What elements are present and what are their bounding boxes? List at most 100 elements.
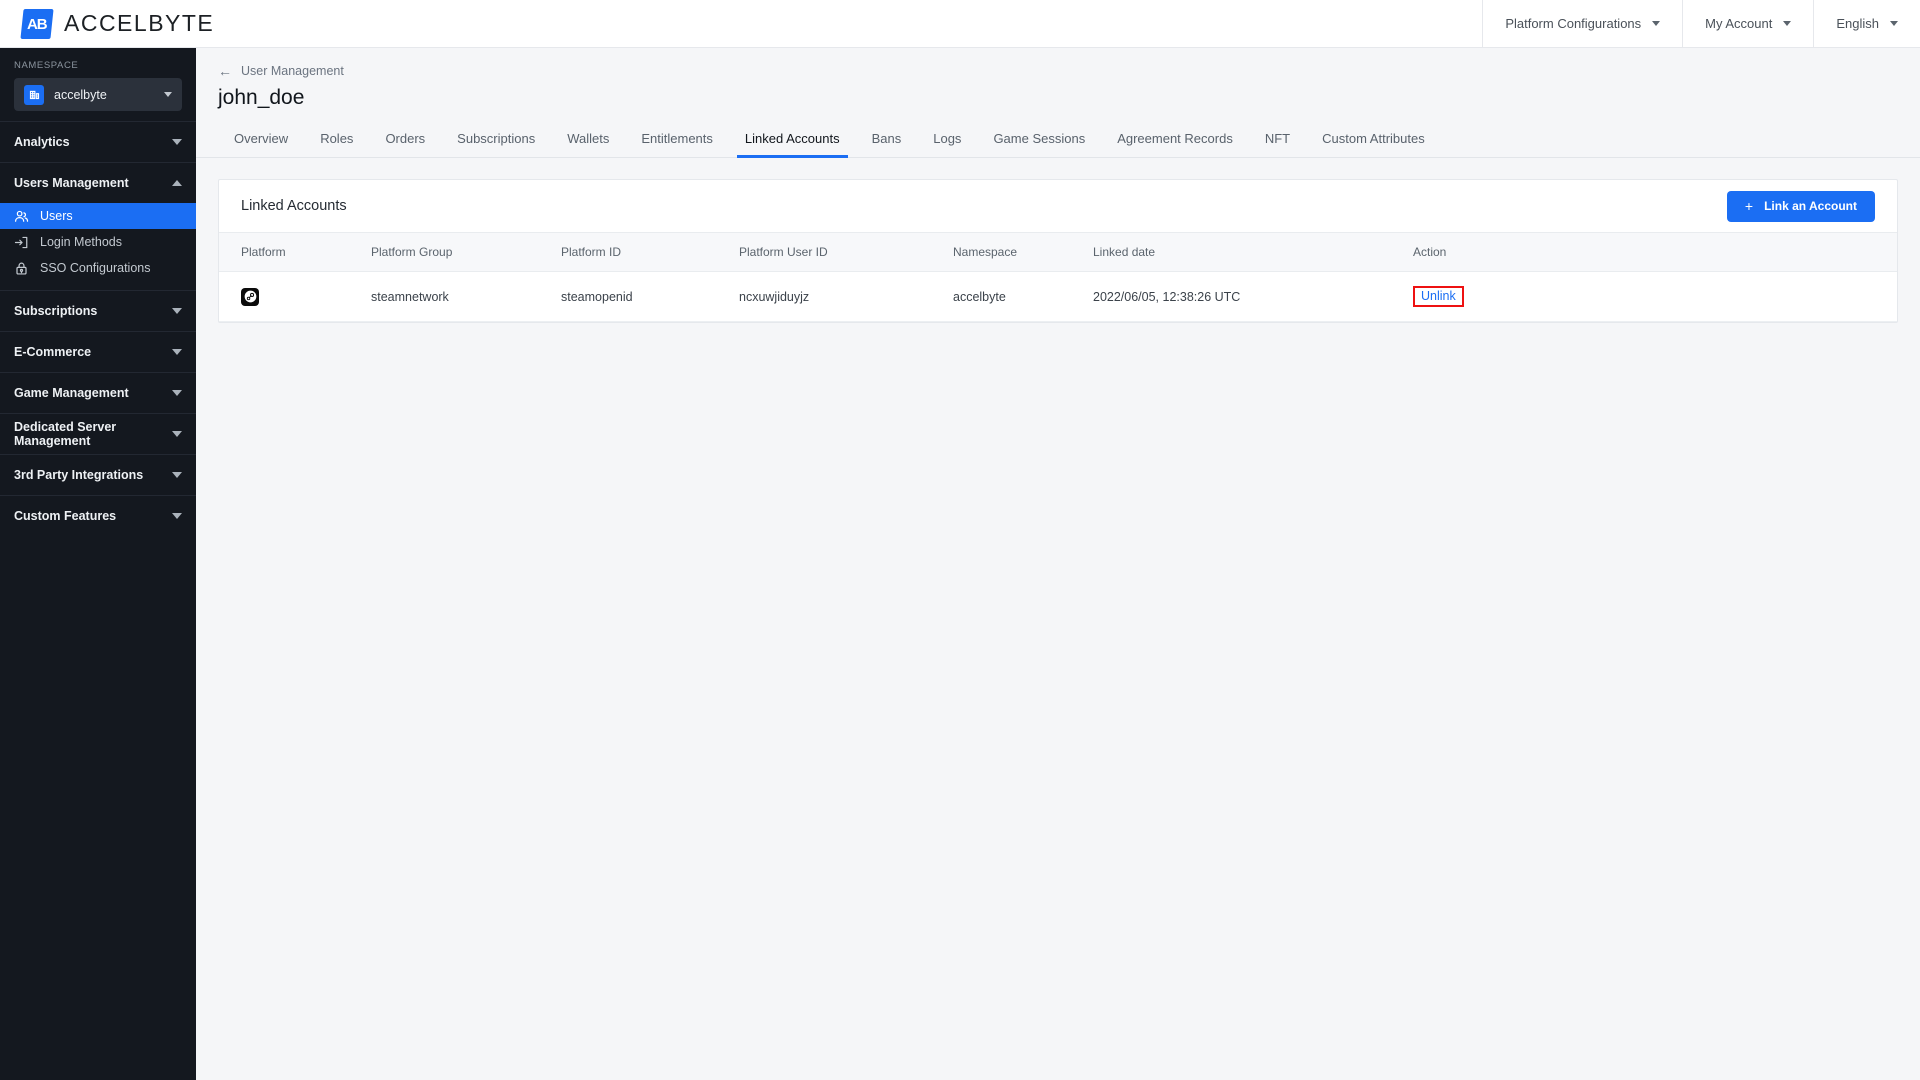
accelbyte-logo-icon: AB bbox=[20, 8, 54, 39]
linked-accounts-card: Linked Accounts + Link an Account Platfo… bbox=[218, 179, 1898, 323]
namespace-block: NAMESPACE accelbyte bbox=[0, 48, 196, 121]
sidebar-group-analytics-label: Analytics bbox=[14, 135, 70, 149]
tab-game-sessions-label: Game Sessions bbox=[993, 131, 1086, 146]
tab-orders[interactable]: Orders bbox=[369, 131, 441, 157]
chevron-down-icon bbox=[172, 472, 182, 478]
chevron-down-icon bbox=[1783, 21, 1792, 26]
top-bar: AB ACCELBYTE Platform Configurations My … bbox=[0, 0, 1920, 48]
menu-language[interactable]: English bbox=[1813, 0, 1920, 48]
chevron-down-icon bbox=[1890, 21, 1898, 26]
tab-bans[interactable]: Bans bbox=[856, 131, 918, 157]
tab-bar: Overview Roles Orders Subscriptions Wall… bbox=[196, 125, 1920, 158]
namespace-label: NAMESPACE bbox=[14, 60, 79, 71]
tab-wallets[interactable]: Wallets bbox=[551, 131, 625, 157]
tab-orders-label: Orders bbox=[385, 131, 426, 146]
sidebar-group-game-management: Game Management bbox=[0, 372, 196, 413]
column-platform-id: Platform ID bbox=[561, 233, 739, 272]
cell-namespace: accelbyte bbox=[953, 271, 1093, 322]
sidebar-item-login-methods-label: Login Methods bbox=[40, 235, 123, 249]
column-action: Action bbox=[1413, 233, 1897, 272]
sidebar-group-3rd-party-integrations-label: 3rd Party Integrations bbox=[14, 468, 144, 482]
card-title: Linked Accounts bbox=[241, 198, 347, 214]
sidebar-group-dedicated-server-management: Dedicated Server Management bbox=[0, 413, 196, 454]
plus-icon: + bbox=[1744, 198, 1754, 214]
cell-platform bbox=[219, 271, 371, 322]
tab-logs[interactable]: Logs bbox=[917, 131, 977, 157]
sidebar-group-dedicated-server-management-label: Dedicated Server Management bbox=[14, 420, 117, 448]
breadcrumb[interactable]: ← User Management bbox=[196, 48, 344, 78]
back-arrow-icon: ← bbox=[218, 63, 232, 79]
unlink-link[interactable]: Unlink bbox=[1421, 289, 1456, 303]
chevron-down-icon bbox=[172, 390, 182, 396]
menu-platform-configurations[interactable]: Platform Configurations bbox=[1482, 0, 1682, 48]
sidebar-item-login-methods[interactable]: Login Methods bbox=[0, 229, 196, 255]
sidebar-group-e-commerce-label: E-Commerce bbox=[14, 345, 92, 359]
sidebar-group-subscriptions-label: Subscriptions bbox=[14, 304, 98, 318]
namespace-value: accelbyte bbox=[54, 87, 107, 102]
sidebar-item-sso-configurations[interactable]: SSO Configurations bbox=[0, 255, 196, 281]
sidebar-group-3rd-party-integrations-header[interactable]: 3rd Party Integrations bbox=[0, 455, 196, 495]
sidebar-group-subscriptions-header[interactable]: Subscriptions bbox=[0, 291, 196, 331]
chevron-down-icon bbox=[172, 139, 182, 145]
column-platform: Platform bbox=[219, 233, 371, 272]
tab-subscriptions[interactable]: Subscriptions bbox=[441, 131, 551, 157]
column-namespace: Namespace bbox=[953, 233, 1093, 272]
column-linked-date: Linked date bbox=[1093, 233, 1413, 272]
login-icon bbox=[14, 235, 29, 250]
link-an-account-button-label: Link an Account bbox=[1764, 199, 1857, 213]
tab-game-sessions[interactable]: Game Sessions bbox=[977, 131, 1101, 157]
column-platform-user-id: Platform User ID bbox=[739, 233, 953, 272]
sidebar-item-users[interactable]: Users bbox=[0, 203, 196, 229]
chevron-down-icon bbox=[164, 92, 172, 97]
cell-platform-user-id: ncxuwjiduyjz bbox=[739, 271, 953, 322]
tab-agreement-records[interactable]: Agreement Records bbox=[1101, 131, 1249, 157]
sidebar-group-analytics: Analytics bbox=[0, 121, 196, 162]
sidebar-group-subscriptions: Subscriptions bbox=[0, 290, 196, 331]
sidebar-group-custom-features: Custom Features bbox=[0, 495, 196, 536]
building-icon bbox=[24, 84, 44, 105]
tab-subscriptions-label: Subscriptions bbox=[457, 131, 536, 146]
menu-language-label: English bbox=[1836, 16, 1879, 31]
lock-icon bbox=[14, 261, 29, 276]
sidebar-group-custom-features-header[interactable]: Custom Features bbox=[0, 496, 196, 536]
highlight-box: Unlink bbox=[1413, 286, 1464, 307]
menu-platform-configurations-label: Platform Configurations bbox=[1505, 16, 1642, 31]
sidebar-group-e-commerce-header[interactable]: E-Commerce bbox=[0, 332, 196, 372]
chevron-up-icon bbox=[172, 180, 182, 186]
table-header-row: Platform Platform Group Platform ID Plat… bbox=[219, 233, 1897, 272]
cell-platform-group: steamnetwork bbox=[371, 271, 561, 322]
menu-my-account[interactable]: My Account bbox=[1682, 0, 1813, 48]
brand-mark-text: AB bbox=[27, 15, 47, 32]
tab-roles[interactable]: Roles bbox=[304, 131, 369, 157]
sidebar-item-users-label: Users bbox=[40, 209, 73, 223]
card-header: Linked Accounts + Link an Account bbox=[219, 180, 1897, 233]
link-an-account-button[interactable]: + Link an Account bbox=[1726, 190, 1875, 222]
tab-entitlements-label: Entitlements bbox=[641, 131, 713, 146]
sidebar-group-game-management-header[interactable]: Game Management bbox=[0, 373, 196, 413]
tab-overview[interactable]: Overview bbox=[218, 131, 304, 157]
top-bar-menus: Platform Configurations My Account Engli… bbox=[1482, 0, 1920, 48]
sidebar-group-users-management-header[interactable]: Users Management bbox=[0, 163, 196, 203]
sidebar-group-analytics-header[interactable]: Analytics bbox=[0, 122, 196, 162]
chevron-down-icon bbox=[172, 431, 182, 437]
column-platform-group: Platform Group bbox=[371, 233, 561, 272]
tab-nft-label: NFT bbox=[1264, 131, 1291, 146]
tab-nft[interactable]: NFT bbox=[1249, 131, 1306, 157]
tab-overview-label: Overview bbox=[234, 131, 289, 146]
namespace-selector[interactable]: accelbyte bbox=[14, 78, 182, 111]
tab-custom-attributes[interactable]: Custom Attributes bbox=[1306, 131, 1441, 157]
cell-linked-date: 2022/06/05, 12:38:26 UTC bbox=[1093, 271, 1413, 322]
cell-platform-id: steamopenid bbox=[561, 271, 739, 322]
sidebar-group-custom-features-label: Custom Features bbox=[14, 509, 117, 523]
sidebar-group-3rd-party-integrations: 3rd Party Integrations bbox=[0, 454, 196, 495]
tab-bans-label: Bans bbox=[871, 131, 902, 146]
sidebar-group-game-management-label: Game Management bbox=[14, 386, 129, 400]
sidebar-group-dedicated-server-management-header[interactable]: Dedicated Server Management bbox=[0, 414, 196, 454]
chevron-down-icon bbox=[172, 513, 182, 519]
page-title: john_doe bbox=[218, 86, 305, 109]
brand-logo[interactable]: AB ACCELBYTE bbox=[0, 0, 214, 48]
chevron-down-icon bbox=[172, 349, 182, 355]
tab-custom-attributes-label: Custom Attributes bbox=[1322, 131, 1425, 146]
tab-entitlements[interactable]: Entitlements bbox=[625, 131, 729, 157]
tab-linked-accounts[interactable]: Linked Accounts bbox=[729, 131, 856, 158]
